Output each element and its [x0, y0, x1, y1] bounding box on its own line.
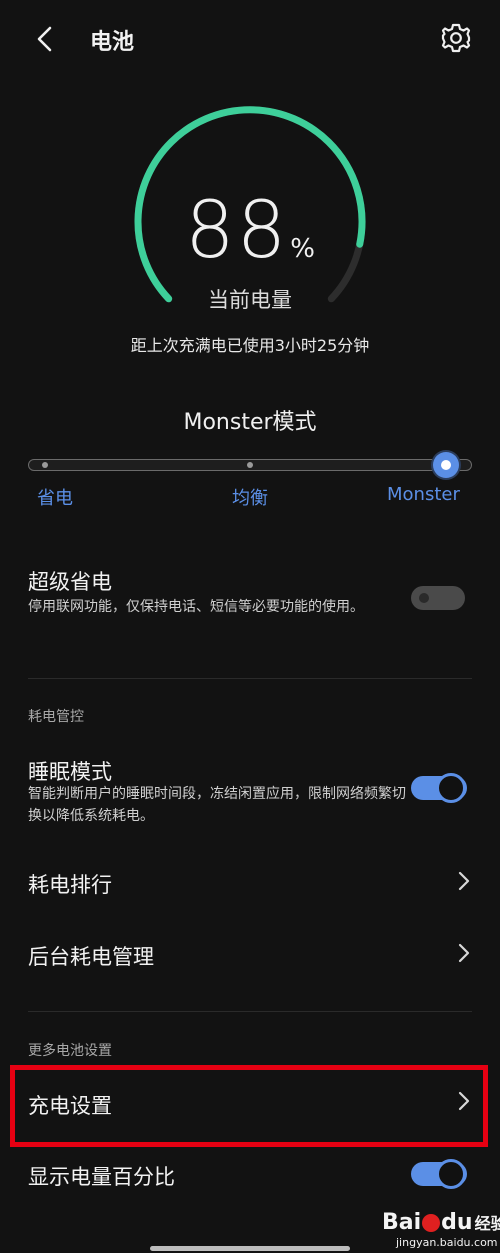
power-ranking-item[interactable]: 耗电排行 [28, 869, 112, 899]
highlight-annotation-box [10, 1065, 488, 1147]
gear-icon [441, 23, 471, 53]
page-title: 电池 [90, 30, 135, 55]
super-save-title: 超级省电 [28, 570, 112, 594]
usage-since-full: 距上次充满电已使用3小时25分钟 [130, 336, 370, 355]
mode-title: Monster模式 [183, 410, 317, 435]
mode-slider-thumb[interactable] [433, 452, 459, 478]
watermark-url: jingyan.baidu.com [396, 1236, 498, 1249]
super-save-desc: 停用联网功能，仅保持电话、短信等必要功能的使用。 [28, 599, 364, 615]
watermark-suffix: 经验 [474, 1214, 500, 1233]
battery-percent-value: 88 [185, 186, 289, 276]
sleep-mode-desc: 智能判断用户的睡眠时间段，冻结闲置应用，限制网络频繁切换以降低系统耗电。 [28, 786, 406, 824]
show-percent-title: 显示电量百分比 [28, 1165, 175, 1189]
home-indicator[interactable] [150, 1246, 350, 1251]
super-save-toggle[interactable] [411, 586, 465, 610]
sleep-mode-title: 睡眠模式 [28, 760, 112, 784]
section-power-control: 耗电管控 [28, 709, 84, 725]
back-button[interactable] [28, 22, 62, 56]
mode-option-monster[interactable]: Monster [387, 484, 460, 505]
slider-stop-save[interactable] [42, 462, 48, 468]
watermark-brand: Bai [382, 1210, 422, 1235]
section-more-settings: 更多电池设置 [28, 1043, 112, 1059]
watermark-brand2: du [441, 1210, 473, 1235]
divider [28, 678, 472, 679]
mode-option-balanced[interactable]: 均衡 [232, 484, 268, 510]
background-power-item[interactable]: 后台耗电管理 [28, 941, 154, 971]
settings-button[interactable] [438, 20, 474, 56]
baidu-watermark: Bai du 经验 jingyan.baidu.com [382, 1208, 500, 1252]
sleep-mode-toggle-knob[interactable] [436, 773, 466, 803]
paw-icon [422, 1214, 441, 1232]
mode-option-save[interactable]: 省电 [37, 484, 73, 510]
divider [28, 1011, 472, 1012]
chevron-right-icon [458, 943, 470, 963]
slider-stop-balanced[interactable] [247, 462, 253, 468]
show-percent-toggle-knob[interactable] [436, 1159, 466, 1189]
battery-label: 当前电量 [208, 288, 292, 312]
chevron-right-icon [458, 871, 470, 891]
percent-sign: % [290, 234, 315, 264]
chevron-left-icon [37, 26, 52, 52]
battery-percent: 88% [0, 186, 500, 276]
